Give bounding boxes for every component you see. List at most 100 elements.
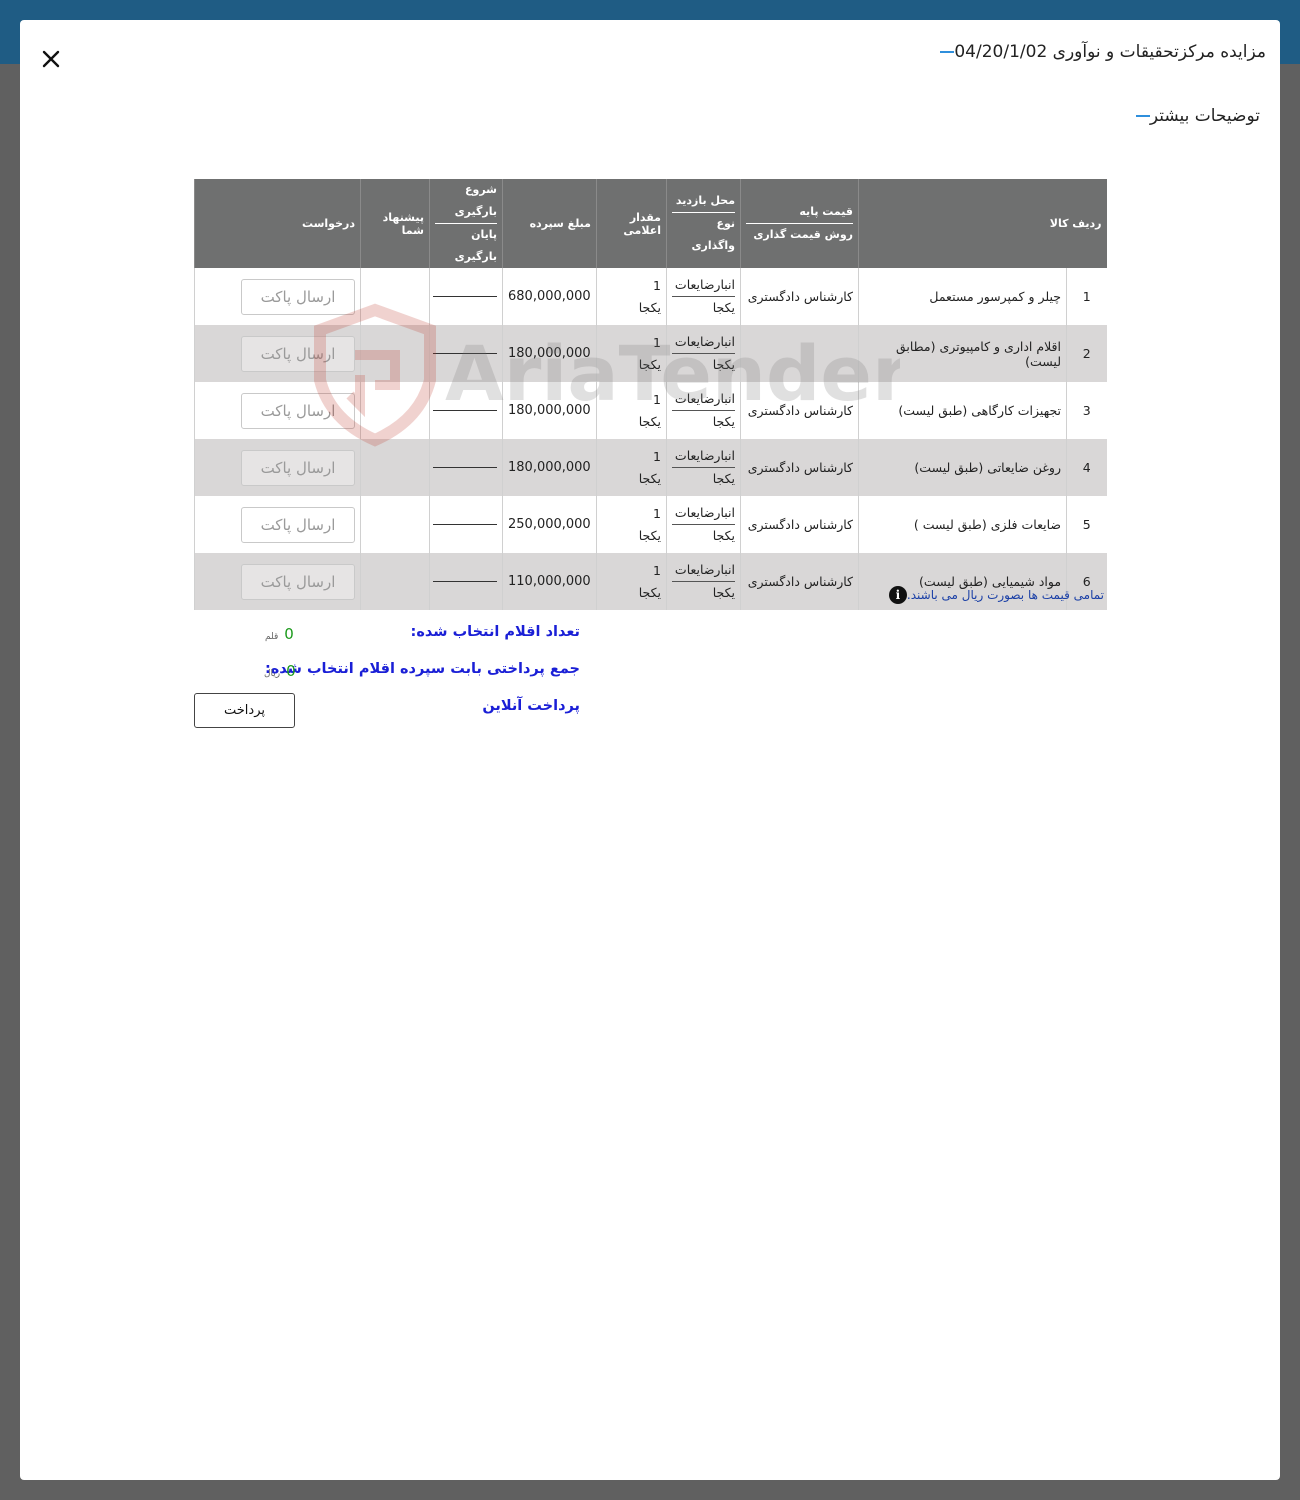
send-packet-button[interactable]: ارسال پاکت bbox=[241, 392, 355, 429]
item-name: ضایعات فلزی (طبق لیست ) bbox=[857, 496, 1067, 553]
announced-qty: 1 bbox=[653, 334, 661, 350]
selected-count-value: 0 bbox=[284, 625, 294, 643]
modal-title: مزایده مرکزتحقیقات و نوآوری 04/20/1/02 bbox=[928, 42, 1266, 62]
visit-location: انبارضایعات bbox=[672, 388, 735, 411]
header-base-price: قیمت پایه روش قیمت گذاری bbox=[740, 179, 859, 268]
item-name: روغن ضایعاتی (طبق لیست) bbox=[857, 439, 1067, 496]
your-offer bbox=[360, 496, 430, 553]
row-index: 4 bbox=[1066, 439, 1107, 496]
table-row: 3 تجهیزات کارگاهی (طبق لیست) کارشناس داد… bbox=[194, 382, 1107, 439]
header-deposit-amount: مبلغ سپرده bbox=[502, 179, 597, 268]
qty-cell: 1 یکجا bbox=[596, 325, 667, 382]
auction-items-table: ردیف کالا قیمت پایه روش قیمت گذاری محل ب… bbox=[194, 179, 1107, 610]
loading-dash bbox=[433, 296, 497, 297]
your-offer bbox=[360, 325, 430, 382]
header-loading: شروع بارگیری پایان بارگیری bbox=[429, 179, 503, 268]
pay-button[interactable]: پرداخت bbox=[194, 693, 295, 728]
header-request: درخواست bbox=[194, 179, 361, 268]
pricing-method: کارشناس دادگستری bbox=[740, 382, 859, 439]
table-row: 4 روغن ضایعاتی (طبق لیست) کارشناس دادگست… bbox=[194, 439, 1107, 496]
qty-cell: 1 یکجا bbox=[596, 439, 667, 496]
qty-unit: یکجا bbox=[638, 584, 661, 600]
assignment-type: یکجا bbox=[712, 414, 735, 429]
loading-period bbox=[429, 268, 503, 325]
your-offer bbox=[360, 553, 430, 610]
visit-location: انبارضایعات bbox=[672, 274, 735, 297]
qty-cell: 1 یکجا bbox=[596, 382, 667, 439]
announced-qty: 1 bbox=[653, 391, 661, 407]
selected-count: قلم 0 bbox=[265, 625, 294, 643]
qty-unit: یکجا bbox=[638, 299, 661, 315]
selected-count-label: تعداد اقلام انتخاب شده: bbox=[410, 624, 580, 640]
row-index: 5 bbox=[1066, 496, 1107, 553]
qty-unit: یکجا bbox=[638, 527, 661, 543]
title-dash bbox=[940, 51, 955, 53]
qty-unit: یکجا bbox=[638, 470, 661, 486]
visit-location-cell: انبارضایعات یکجا bbox=[666, 496, 741, 553]
qty-unit: یکجا bbox=[638, 356, 661, 372]
loading-dash bbox=[433, 581, 497, 582]
deposit-amount: 180,000,000 bbox=[502, 439, 597, 496]
close-icon[interactable] bbox=[38, 46, 64, 72]
assignment-type: یکجا bbox=[712, 528, 735, 543]
loading-dash bbox=[433, 524, 497, 525]
total-payment: ریال 0 bbox=[264, 662, 296, 680]
request-cell: ارسال پاکت bbox=[194, 325, 361, 382]
loading-dash bbox=[433, 467, 497, 468]
header-announced-qty: مقدار اعلامی bbox=[596, 179, 667, 268]
your-offer bbox=[360, 439, 430, 496]
request-cell: ارسال پاکت bbox=[194, 382, 361, 439]
request-cell: ارسال پاکت bbox=[194, 553, 361, 610]
visit-location-cell: انبارضایعات یکجا bbox=[666, 439, 741, 496]
announced-qty: 1 bbox=[653, 505, 661, 521]
assignment-type: یکجا bbox=[712, 300, 735, 315]
row-index: 1 bbox=[1066, 268, 1107, 325]
pricing-method: کارشناس دادگستری bbox=[740, 439, 859, 496]
qty-cell: 1 یکجا bbox=[596, 553, 667, 610]
pricing-method: کارشناس دادگستری bbox=[740, 496, 859, 553]
visit-location-cell: انبارضایعات یکجا bbox=[666, 382, 741, 439]
visit-location: انبارضایعات bbox=[672, 559, 735, 582]
item-name: تجهیزات کارگاهی (طبق لیست) bbox=[857, 382, 1067, 439]
more-details-text: توضیحات بیشتر bbox=[1149, 106, 1260, 126]
info-icon: i bbox=[888, 586, 907, 604]
send-packet-button[interactable]: ارسال پاکت bbox=[241, 335, 355, 372]
qty-unit: یکجا bbox=[638, 413, 661, 429]
subtitle-dash bbox=[1135, 115, 1150, 117]
loading-period bbox=[429, 325, 503, 382]
deposit-amount: 250,000,000 bbox=[502, 496, 597, 553]
send-packet-button[interactable]: ارسال پاکت bbox=[241, 278, 355, 315]
assignment-type: یکجا bbox=[712, 585, 735, 600]
visit-location: انبارضایعات bbox=[672, 445, 735, 468]
modal-title-text: مزایده مرکزتحقیقات و نوآوری 04/20/1/02 bbox=[954, 42, 1266, 62]
visit-location-cell: انبارضایعات یکجا bbox=[666, 553, 741, 610]
send-packet-button[interactable]: ارسال پاکت bbox=[241, 449, 355, 486]
row-index: 3 bbox=[1066, 382, 1107, 439]
request-cell: ارسال پاکت bbox=[194, 496, 361, 553]
online-payment-label: پرداخت آنلاین bbox=[482, 698, 580, 714]
item-name: چیلر و کمپرسور مستعمل bbox=[857, 268, 1067, 325]
visit-location: انبارضایعات bbox=[672, 502, 735, 525]
total-payment-label: جمع پرداختی بابت سپرده اقلام انتخاب شده: bbox=[264, 661, 580, 677]
visit-location: انبارضایعات bbox=[672, 331, 735, 354]
deposit-amount: 680,000,000 bbox=[502, 268, 597, 325]
visit-location-cell: انبارضایعات یکجا bbox=[666, 268, 741, 325]
header-your-offer: پیشنهاد شما bbox=[360, 179, 430, 268]
send-packet-button[interactable]: ارسال پاکت bbox=[241, 563, 355, 600]
your-offer bbox=[360, 268, 430, 325]
send-packet-button[interactable]: ارسال پاکت bbox=[241, 506, 355, 543]
total-payment-unit: ریال bbox=[264, 669, 281, 679]
auction-details-modal: مزایده مرکزتحقیقات و نوآوری 04/20/1/02 ت… bbox=[20, 20, 1280, 1480]
more-details-heading: توضیحات بیشتر bbox=[1124, 106, 1260, 126]
currency-note: i تمامی قیمت ها بصورت ریال می باشند. bbox=[883, 586, 1104, 604]
request-cell: ارسال پاکت bbox=[194, 439, 361, 496]
row-index: 2 bbox=[1066, 325, 1107, 382]
loading-dash bbox=[433, 410, 497, 411]
announced-qty: 1 bbox=[653, 277, 661, 293]
visit-location-cell: انبارضایعات یکجا bbox=[666, 325, 741, 382]
announced-qty: 1 bbox=[653, 448, 661, 464]
loading-dash bbox=[433, 353, 497, 354]
loading-period bbox=[429, 439, 503, 496]
loading-period bbox=[429, 382, 503, 439]
table-header-row: ردیف کالا قیمت پایه روش قیمت گذاری محل ب… bbox=[194, 179, 1107, 268]
